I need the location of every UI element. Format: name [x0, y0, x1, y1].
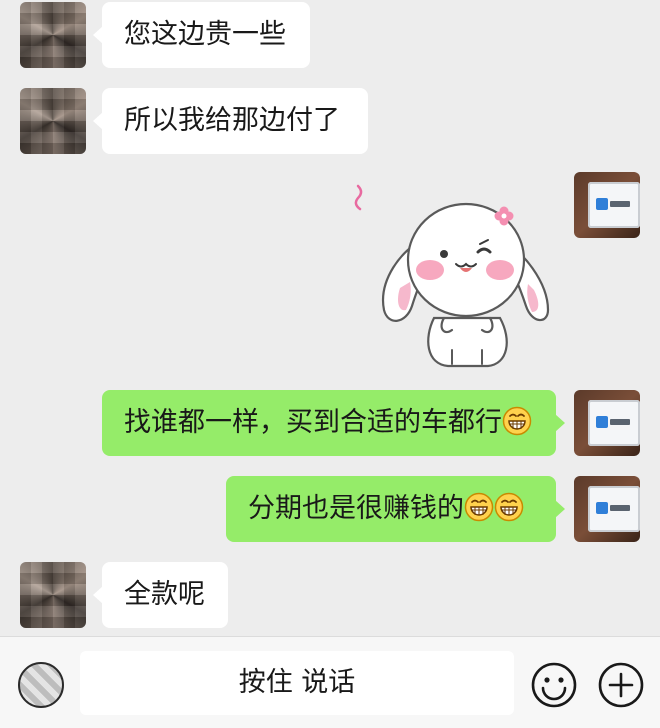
message-bubble-self[interactable]: 分期也是很赚钱的 — [226, 476, 565, 542]
message-bubble-peer[interactable]: 全款呢 — [93, 562, 228, 628]
self-avatar[interactable] — [574, 476, 640, 542]
message-text: 所以我给那边付了 — [124, 105, 340, 136]
message-bubble-peer[interactable]: 所以我给那边付了 — [93, 88, 368, 154]
self-avatar[interactable] — [574, 390, 640, 456]
bunny-sticker[interactable] — [352, 178, 562, 374]
grin-emoji — [464, 481, 494, 522]
grin-emoji — [502, 395, 532, 436]
voice-icon[interactable] — [18, 662, 64, 708]
message-text: 分期也是很赚钱的 — [248, 493, 464, 524]
peer-avatar[interactable] — [20, 88, 86, 154]
hold-to-talk-button[interactable]: 按住 说话 — [80, 651, 514, 715]
emoji-icon[interactable] — [530, 661, 578, 709]
message-text: 找谁都一样，买到合适的车都行 — [124, 407, 502, 438]
input-bar: 按住 说话 — [0, 636, 660, 728]
peer-avatar[interactable] — [20, 2, 86, 68]
grin-emoji — [494, 481, 524, 522]
message-bubble-peer[interactable]: 您这边贵一些 — [93, 2, 310, 68]
message-text: 您这边贵一些 — [124, 19, 286, 50]
chat-area: 您这边贵一些 所以我给那边付了 找谁都一样，买到合适的车都行 分期也是很赚钱的 … — [0, 0, 660, 636]
self-avatar[interactable] — [574, 172, 640, 238]
message-text: 全款呢 — [124, 579, 205, 610]
peer-avatar[interactable] — [20, 562, 86, 628]
message-bubble-self[interactable]: 找谁都一样，买到合适的车都行 — [102, 390, 565, 456]
plus-icon[interactable] — [597, 661, 645, 709]
